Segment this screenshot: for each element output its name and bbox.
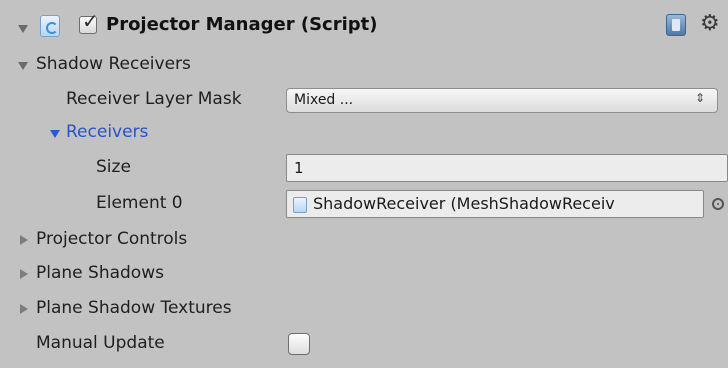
component-header: ✓ Projector Manager (Script) ⚙ [0,10,728,42]
projector-controls-foldout[interactable]: Projector Controls [0,224,728,256]
component-foldout-arrow-icon[interactable] [18,25,28,33]
arrow-right-icon [20,269,28,279]
gear-icon[interactable]: ⚙ [700,13,720,35]
plane-shadow-textures-foldout[interactable]: Plane Shadow Textures [0,293,728,325]
manual-update-checkbox[interactable] [288,333,310,355]
shadow-receivers-foldout[interactable]: Shadow Receivers [0,50,728,82]
receivers-foldout[interactable]: Receivers [0,118,728,150]
arrow-right-icon [20,235,28,245]
size-row: Size 1 [0,152,728,184]
receiver-layer-mask-row: Receiver Layer Mask Mixed ... ⇕ [0,84,728,116]
script-icon [40,15,60,37]
component-title: Projector Manager (Script) [106,14,378,35]
plane-shadow-textures-label: Plane Shadow Textures [36,298,232,318]
object-picker-icon[interactable] [712,198,724,210]
receiver-layer-mask-value: Mixed ... [294,92,354,108]
arrow-down-icon [18,62,28,70]
receiver-layer-mask-label: Receiver Layer Mask [66,89,242,109]
size-field[interactable]: 1 [286,154,728,182]
element0-label: Element 0 [96,193,183,213]
projector-controls-label: Projector Controls [36,229,188,249]
plane-shadows-foldout[interactable]: Plane Shadows [0,258,728,290]
element0-row: Element 0 ShadowReceiver (MeshShadowRece… [0,188,728,220]
script-icon [293,197,307,213]
size-label: Size [96,157,131,177]
receivers-label: Receivers [66,122,149,142]
checkmark-icon: ✓ [82,9,99,33]
receiver-layer-mask-dropdown[interactable]: Mixed ... ⇕ [286,88,718,113]
dropdown-arrows-icon: ⇕ [694,91,705,105]
book-icon[interactable] [666,14,686,36]
shadow-receivers-label: Shadow Receivers [36,54,191,74]
component-enabled-checkbox[interactable]: ✓ [79,11,99,34]
manual-update-label: Manual Update [36,333,165,353]
arrow-down-icon [50,130,60,138]
manual-update-row: Manual Update [0,328,728,360]
element0-object-field[interactable]: ShadowReceiver (MeshShadowReceiv [286,190,704,218]
plane-shadows-label: Plane Shadows [36,263,164,283]
size-value: 1 [294,159,304,177]
arrow-right-icon [20,304,28,314]
element0-value: ShadowReceiver (MeshShadowReceiv [313,194,615,213]
